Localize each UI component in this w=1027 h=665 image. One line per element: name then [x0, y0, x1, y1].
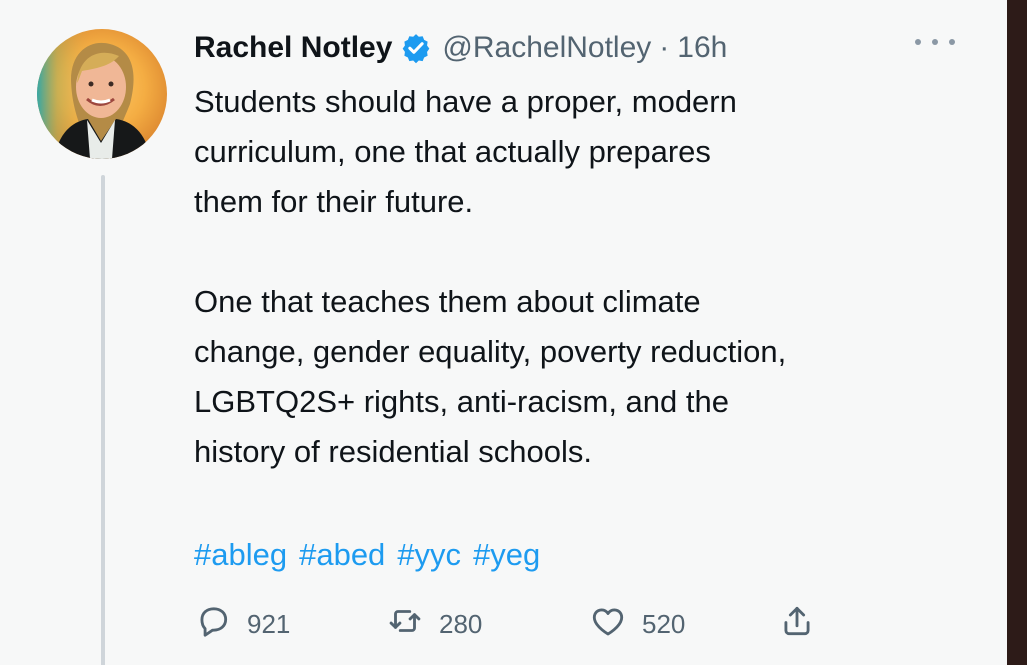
thread-line	[101, 175, 105, 665]
retweet-count: 280	[439, 608, 483, 639]
hashtag-ableg[interactable]: #ableg	[194, 530, 287, 580]
header-separator: ·	[659, 31, 670, 64]
reply-count: 921	[247, 608, 291, 639]
retweet-icon	[386, 602, 424, 647]
verified-badge-icon	[400, 32, 432, 64]
tweet-actions: 921 280 520	[194, 602, 854, 646]
heart-icon	[589, 602, 627, 647]
tweet-time[interactable]: 16h	[677, 31, 727, 65]
retweet-button[interactable]: 280	[386, 602, 482, 646]
tweet-screenshot: Rachel Notley @RachelNotley · 16h Studen…	[0, 0, 1027, 665]
tweet-text: Students should have a proper, modern cu…	[194, 77, 984, 477]
hashtag-yyc[interactable]: #yyc	[397, 530, 461, 580]
more-dot	[915, 39, 921, 45]
like-count: 520	[642, 608, 686, 639]
more-dot	[949, 39, 955, 45]
reply-icon	[194, 602, 232, 647]
more-icon[interactable]	[915, 30, 955, 54]
tweet-text-line: One that teaches them about climate	[194, 284, 701, 319]
tweet-text-line: change, gender equality, poverty reducti…	[194, 334, 787, 369]
hashtag-abed[interactable]: #abed	[299, 530, 385, 580]
more-dot	[932, 39, 938, 45]
tweet-text-line: LGBTQ2S+ rights, anti-racism, and the	[194, 384, 729, 419]
author-name[interactable]: Rachel Notley	[194, 31, 392, 65]
tweet-text-line: history of residential schools.	[194, 434, 593, 469]
tweet-header: Rachel Notley @RachelNotley · 16h	[194, 28, 727, 68]
share-icon	[778, 602, 816, 647]
cropped-dark-edge	[1007, 0, 1027, 665]
tweet-text-line: curriculum, one that actually prepares	[194, 134, 711, 169]
author-handle[interactable]: @RachelNotley	[442, 31, 651, 65]
hashtag-yeg[interactable]: #yeg	[473, 530, 540, 580]
like-button[interactable]: 520	[589, 602, 685, 646]
tweet-text-line: them for their future.	[194, 184, 474, 219]
reply-button[interactable]: 921	[194, 602, 290, 646]
tweet-text-line: Students should have a proper, modern	[194, 84, 737, 119]
avatar[interactable]	[37, 29, 167, 159]
share-button[interactable]	[778, 602, 816, 646]
hashtag-list: #ableg #abed #yyc #yeg	[194, 530, 540, 580]
